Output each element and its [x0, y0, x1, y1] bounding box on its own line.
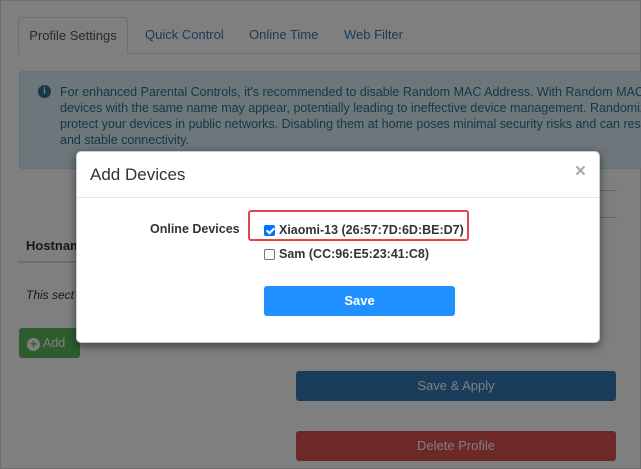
add-devices-modal: Add Devices × Online Devices Xiaomi-13 (… [76, 151, 600, 343]
modal-header: Add Devices × [77, 152, 599, 198]
modal-title: Add Devices [90, 165, 186, 184]
device-checkbox[interactable] [264, 249, 275, 260]
device-checkbox[interactable] [264, 225, 275, 236]
device-option-xiaomi-13[interactable]: Xiaomi-13 (26:57:7D:6D:BE:D7) [264, 222, 464, 238]
close-icon[interactable]: × [575, 162, 586, 182]
online-devices-label: Online Devices [150, 222, 240, 236]
device-label: Sam (CC:96:E5:23:41:C8) [279, 247, 430, 261]
modal-save-button[interactable]: Save [264, 286, 455, 316]
device-option-sam[interactable]: Sam (CC:96:E5:23:41:C8) [264, 246, 429, 262]
device-label: Xiaomi-13 (26:57:7D:6D:BE:D7) [279, 223, 464, 237]
